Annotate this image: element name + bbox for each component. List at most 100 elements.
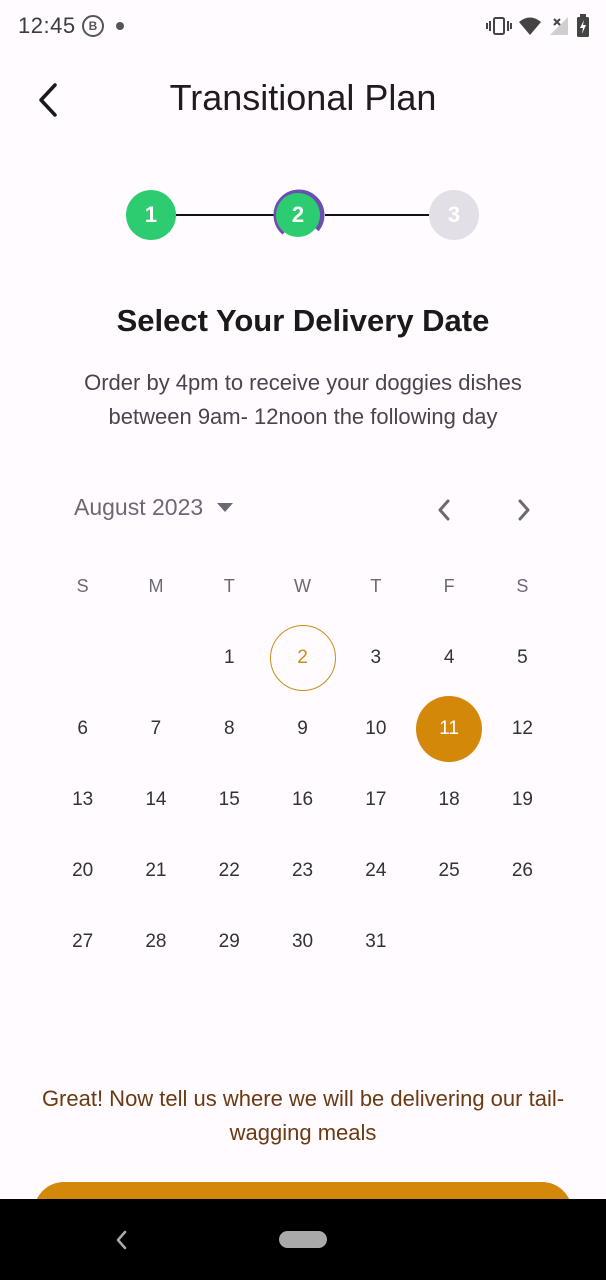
status-badge: B: [82, 15, 104, 37]
month-year-selector[interactable]: August 2023: [74, 494, 234, 521]
chevron-left-icon: [438, 499, 450, 521]
status-time: 12:45: [18, 13, 76, 38]
calendar-day-grid: 1 2 3 4 5 6 7 8 9 10 11 12 13 14 15 16 17 18 19 20 21 22 23 24 2…: [46, 623, 559, 977]
calendar-day-number: 14: [145, 788, 167, 810]
calendar-day[interactable]: 8: [193, 694, 266, 765]
system-home-button[interactable]: [279, 1231, 327, 1248]
calendar-day-number: 24: [365, 859, 387, 881]
calendar-day-number: 13: [72, 788, 94, 810]
vibrate-icon: [486, 17, 512, 35]
section-subtitle: Order by 4pm to receive your doggies dis…: [84, 370, 522, 429]
calendar-day-number: 21: [145, 859, 167, 881]
calendar-day[interactable]: 23: [266, 835, 339, 906]
calendar-day[interactable]: 30: [266, 906, 339, 977]
calendar-day-number: 1: [223, 647, 235, 669]
calendar-day-number: 4: [443, 647, 455, 669]
status-bar: 12:45 B: [0, 0, 606, 54]
calendar-day-number: 31: [365, 930, 387, 952]
calendar-day-number: 27: [72, 930, 94, 952]
step-connector: [176, 214, 276, 216]
calendar-day[interactable]: 13: [46, 765, 119, 836]
calendar-day[interactable]: 14: [119, 765, 192, 836]
weekday-label: T: [223, 576, 235, 596]
calendar-day[interactable]: 6: [46, 694, 119, 765]
wifi-icon: [519, 17, 541, 35]
calendar-day-number: 17: [365, 788, 387, 810]
calendar-day-number: 8: [223, 718, 235, 740]
section-heading: Select Your Delivery Date: [116, 303, 490, 338]
calendar-day[interactable]: 9: [266, 694, 339, 765]
calendar-day[interactable]: 17: [339, 765, 412, 836]
calendar-day-number: 26: [511, 859, 533, 881]
calendar-day[interactable]: 16: [266, 765, 339, 836]
calendar-day[interactable]: 26: [486, 835, 559, 906]
weekday-label: T: [370, 576, 382, 596]
calendar-day[interactable]: 4: [412, 623, 485, 694]
calendar-day-number: 7: [150, 718, 162, 740]
step-1-indicator: 1: [126, 190, 176, 240]
calendar-day-number: 25: [438, 859, 460, 881]
calendar-day-number: 30: [291, 930, 314, 952]
calendar-day-number: 20: [72, 859, 94, 881]
step-3-indicator: 3: [429, 190, 479, 240]
calendar-day[interactable]: 7: [119, 694, 192, 765]
calendar-day-number: 18: [438, 788, 460, 810]
page-title: Transitional Plan: [169, 77, 437, 118]
calendar-day[interactable]: 28: [119, 906, 192, 977]
calendar-day[interactable]: 3: [339, 623, 412, 694]
calendar-day-number: 15: [218, 788, 240, 810]
step-2-indicator: 2: [276, 193, 320, 237]
calendar-day-number: 11: [416, 696, 483, 763]
calendar-day[interactable]: 10: [339, 694, 412, 765]
previous-month-button[interactable]: [428, 494, 460, 526]
calendar-day-today[interactable]: 2: [266, 623, 339, 694]
calendar-day-number: 28: [145, 930, 167, 952]
weekday-label: M: [148, 576, 164, 596]
month-label: August 2023: [74, 494, 204, 520]
weekday-label: S: [516, 576, 529, 596]
notification-dot-icon: [116, 22, 124, 30]
footer-message: Great! Now tell us where we will be deli…: [41, 1086, 565, 1145]
weekday-label: F: [443, 576, 455, 596]
status-icons: [486, 14, 590, 38]
dropdown-arrow-icon: [217, 502, 234, 512]
calendar-day-number: 5: [517, 647, 528, 669]
calendar-empty-cell: [46, 623, 119, 694]
chevron-right-icon: [518, 499, 530, 521]
calendar-day-number: 22: [218, 859, 240, 881]
next-month-button[interactable]: [508, 494, 540, 526]
calendar-day-number: 29: [218, 930, 240, 952]
calendar-day-number: 9: [297, 718, 308, 740]
calendar-day-selected[interactable]: 11: [412, 694, 485, 765]
calendar-day[interactable]: 5: [486, 623, 559, 694]
calendar-day[interactable]: 19: [486, 765, 559, 836]
calendar-day[interactable]: 27: [46, 906, 119, 977]
calendar-day[interactable]: 22: [193, 835, 266, 906]
signal-icon: [550, 17, 568, 35]
calendar-day[interactable]: 12: [486, 694, 559, 765]
step-connector: [325, 214, 429, 216]
system-back-icon: [116, 1230, 127, 1250]
progress-stepper: 1 2 3: [0, 188, 606, 242]
weekday-header: S M T W T F S: [46, 576, 559, 597]
calendar-day[interactable]: 20: [46, 835, 119, 906]
calendar-day-number: 10: [365, 718, 387, 740]
calendar-day[interactable]: 31: [339, 906, 412, 977]
calendar-day[interactable]: 29: [193, 906, 266, 977]
calendar-day[interactable]: 15: [193, 765, 266, 836]
calendar-day[interactable]: 24: [339, 835, 412, 906]
calendar-day-number: 12: [511, 718, 533, 740]
calendar-day-number: 6: [77, 718, 88, 740]
calendar-day[interactable]: 1: [193, 623, 266, 694]
calendar-day[interactable]: 21: [119, 835, 192, 906]
calendar-day-number: 23: [291, 859, 314, 881]
calendar-day-number: 19: [511, 788, 533, 810]
calendar-empty-cell: [119, 623, 192, 694]
calendar-day-number: 3: [370, 647, 382, 669]
calendar-day[interactable]: 25: [412, 835, 485, 906]
battery-charging-icon: [577, 14, 589, 37]
system-back-button[interactable]: [108, 1227, 134, 1253]
calendar-day-number: 2: [269, 625, 336, 692]
calendar-day[interactable]: 18: [412, 765, 485, 836]
calendar-day-number: 16: [291, 788, 314, 810]
